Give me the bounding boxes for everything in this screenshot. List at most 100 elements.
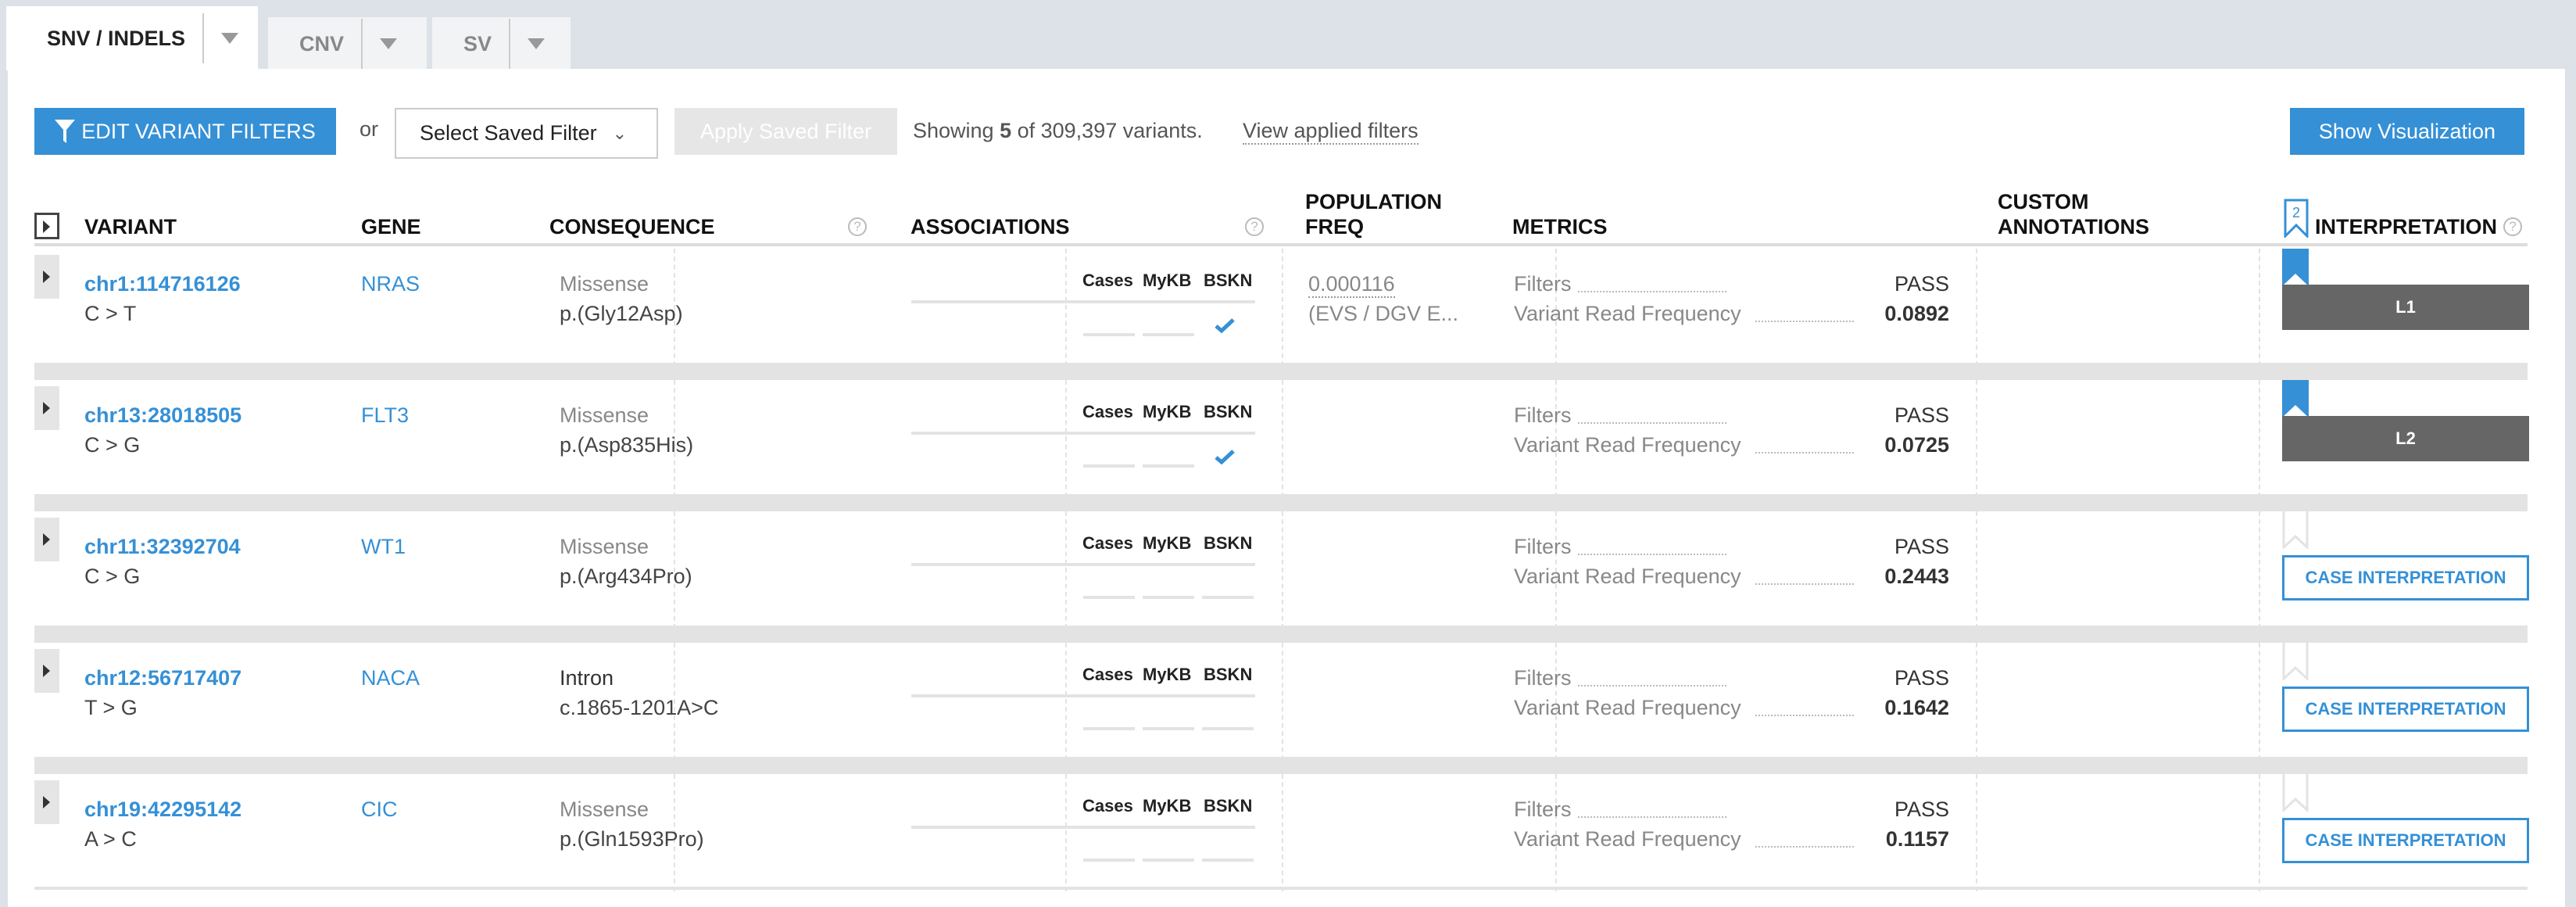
table-row[interactable]: chr1:114716126 C > T NRAS Missense p.(Gly12A… <box>34 249 2529 366</box>
metric-label: Filters <box>1514 403 1572 427</box>
header-variant[interactable]: VARIANT <box>84 214 177 239</box>
showing-count-text: Showing 5 of 309,397 variants. <box>913 119 1203 143</box>
empty-value-dash <box>1143 727 1194 730</box>
expand-row-toggle[interactable] <box>34 649 59 693</box>
association-label: Cases <box>1082 533 1133 553</box>
expand-row-toggle[interactable] <box>34 780 59 824</box>
variant-link[interactable]: chr11:32392704 <box>84 535 241 559</box>
table-row[interactable]: chr11:32392704 C > G WT1 Missense p.(Arg434P… <box>34 511 2529 629</box>
caret-down-icon[interactable] <box>528 38 546 49</box>
header-line: ANNOTATIONS <box>1998 215 2149 238</box>
gene-link[interactable]: WT1 <box>361 535 406 559</box>
consequence-change: p.(Gln1593Pro) <box>560 827 704 851</box>
column-divider <box>1976 380 1977 497</box>
association-divider <box>911 432 1255 435</box>
consequence-type: Missense <box>560 535 649 558</box>
association-label: BSKN <box>1204 402 1253 421</box>
gene-link[interactable]: NACA <box>361 666 420 690</box>
tab-label: CNV <box>268 19 363 69</box>
association-divider <box>911 300 1255 303</box>
bookmark-empty-icon[interactable] <box>2282 511 2309 549</box>
interpretation-level-badge[interactable]: L2 <box>2282 416 2529 461</box>
table-row[interactable]: chr19:42295142 A > C CIC Missense p.(Gln1593… <box>34 774 2529 891</box>
header-custom-annotations[interactable]: CUSTOM ANNOTATIONS <box>1998 189 2149 239</box>
variant-link[interactable]: chr12:56717407 <box>84 666 242 690</box>
expand-row-toggle[interactable] <box>34 518 59 561</box>
showing-prefix: Showing <box>913 119 1000 142</box>
gene-link[interactable]: NRAS <box>361 272 420 296</box>
association-label: MyKB <box>1143 402 1192 421</box>
tab-snv-indels[interactable]: SNV / INDELS <box>6 6 258 70</box>
column-divider <box>1282 380 1283 497</box>
variant-change: C > G <box>84 565 141 588</box>
association-label: Cases <box>1082 402 1133 421</box>
showing-count: 5 <box>1000 119 1012 142</box>
header-consequence[interactable]: CONSEQUENCE <box>549 214 715 239</box>
column-divider <box>1976 249 1977 366</box>
dot-leader <box>1755 583 1854 585</box>
help-icon[interactable]: ? <box>2503 217 2522 236</box>
column-divider <box>1065 380 1067 497</box>
association-label: Cases <box>1082 271 1133 290</box>
apply-saved-filter-button[interactable]: Apply Saved Filter <box>674 108 897 155</box>
column-divider <box>1282 511 1283 629</box>
variant-link[interactable]: chr13:28018505 <box>84 403 242 428</box>
tab-label: SV <box>432 19 511 69</box>
tab-cnv[interactable]: CNV <box>268 17 427 70</box>
gene-link[interactable]: CIC <box>361 798 398 822</box>
case-interpretation-button[interactable]: CASE INTERPRETATION <box>2282 555 2529 600</box>
empty-value-dash <box>1202 859 1254 862</box>
help-icon[interactable]: ? <box>848 217 867 236</box>
header-interpretation[interactable]: INTERPRETATION <box>2315 214 2497 239</box>
column-divider <box>1282 249 1283 366</box>
metric-label: Variant Read Frequency <box>1514 565 1741 588</box>
interpretation-level-badge[interactable]: L1 <box>2282 285 2529 330</box>
empty-value-dash <box>1083 464 1135 468</box>
vrf-value: 0.1642 <box>1884 696 1949 719</box>
header-metrics[interactable]: METRICS <box>1512 214 1608 239</box>
consequence-change: c.1865-1201A>C <box>560 696 719 719</box>
variant-link[interactable]: chr1:114716126 <box>84 272 241 296</box>
consequence-change: p.(Arg434Pro) <box>560 565 692 588</box>
case-interpretation-button[interactable]: CASE INTERPRETATION <box>2282 687 2529 732</box>
view-applied-filters-link[interactable]: View applied filters <box>1243 119 1419 145</box>
population-freq-value[interactable]: 0.000116 <box>1308 272 1395 298</box>
tab-label: SNV / INDELS <box>6 13 205 63</box>
row-separator <box>34 757 2528 774</box>
edit-variant-filters-button[interactable]: EDIT VARIANT FILTERS <box>34 108 336 155</box>
help-icon[interactable]: ? <box>1245 217 1264 236</box>
expand-row-toggle[interactable] <box>34 255 59 299</box>
variant-link[interactable]: chr19:42295142 <box>84 798 242 822</box>
bookmark-empty-icon[interactable] <box>2282 774 2309 812</box>
expand-all-toggle[interactable] <box>34 213 59 239</box>
table-bottom-border <box>34 887 2528 890</box>
tab-sv[interactable]: SV <box>432 17 571 70</box>
caret-down-icon[interactable] <box>380 38 398 49</box>
header-associations[interactable]: ASSOCIATIONS <box>911 214 1070 239</box>
filters-value: PASS <box>1894 666 1949 690</box>
header-gene[interactable]: GENE <box>361 214 421 239</box>
show-visualization-button[interactable]: Show Visualization <box>2290 108 2524 155</box>
case-interpretation-button[interactable]: CASE INTERPRETATION <box>2282 818 2529 863</box>
header-divider <box>34 243 2528 246</box>
metric-label: Filters <box>1514 666 1572 690</box>
edit-filters-label: EDIT VARIANT FILTERS <box>81 119 316 143</box>
gene-link[interactable]: FLT3 <box>361 403 409 428</box>
header-population-freq[interactable]: POPULATION FREQ <box>1305 189 1442 239</box>
filters-value: PASS <box>1894 272 1949 296</box>
saved-filter-select[interactable]: Select Saved Filter ⌄ <box>395 108 658 159</box>
consequence-type: Missense <box>560 403 649 427</box>
vrf-value: 0.0892 <box>1884 302 1949 325</box>
bookmark-empty-icon[interactable] <box>2282 643 2309 680</box>
table-row[interactable]: chr13:28018505 C > G FLT3 Missense p.(Asp835… <box>34 380 2529 497</box>
association-label: BSKN <box>1204 665 1253 684</box>
expand-row-toggle[interactable] <box>34 386 59 430</box>
association-label: Cases <box>1082 665 1133 684</box>
column-divider <box>1065 511 1067 629</box>
vrf-value: 0.0725 <box>1884 433 1949 457</box>
or-label: or <box>360 117 379 141</box>
variant-change: T > G <box>84 696 138 719</box>
table-row[interactable]: chr12:56717407 T > G NACA Intron c.1865-1201… <box>34 643 2529 760</box>
column-divider <box>1976 774 1977 891</box>
caret-down-icon[interactable] <box>221 33 239 44</box>
